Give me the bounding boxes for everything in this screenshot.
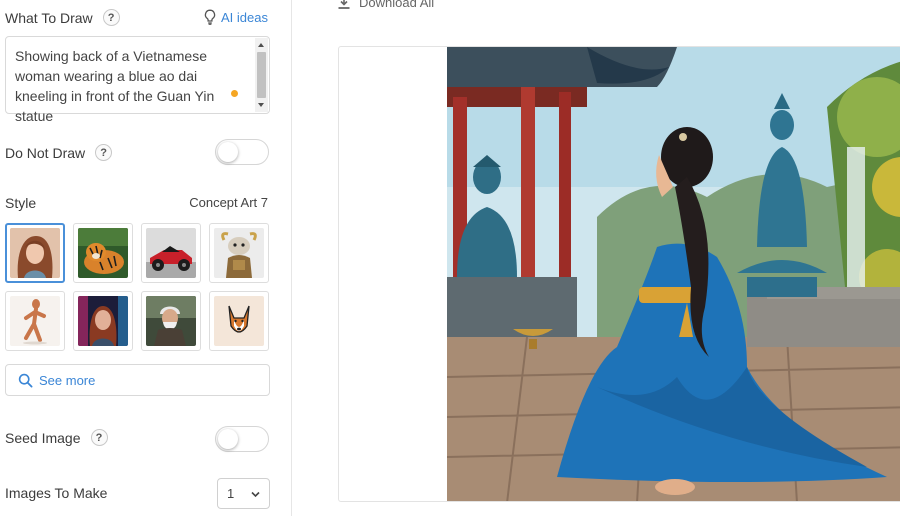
toggle-knob xyxy=(218,142,238,162)
style-heading: Style xyxy=(5,195,36,211)
what-to-draw-heading: What To Draw ? xyxy=(5,9,120,26)
toggle-knob xyxy=(218,429,238,449)
see-more-button[interactable]: See more xyxy=(5,364,270,396)
scroll-thumb[interactable] xyxy=(257,52,266,98)
what-to-draw-label: What To Draw xyxy=(5,9,93,26)
images-to-make-heading: Images To Make xyxy=(5,485,107,501)
tiger-thumbnail xyxy=(78,228,128,278)
do-not-draw-help-icon[interactable]: ? xyxy=(95,144,113,161)
settings-panel: What To Draw ? AI ideas Showing back of … xyxy=(0,0,292,516)
style-thumb-wooden-mannequin[interactable] xyxy=(5,291,65,351)
portrait-woman-thumbnail xyxy=(10,228,60,278)
images-to-make-select[interactable]: 1 xyxy=(217,478,270,509)
style-thumb-dog-logo[interactable] xyxy=(209,291,269,351)
download-icon xyxy=(338,0,350,9)
download-all-label: Download All xyxy=(359,0,435,10)
ai-ideas-button[interactable]: AI ideas xyxy=(203,9,268,25)
seed-image-toggle[interactable] xyxy=(215,426,269,452)
prompt-status-dot xyxy=(231,90,238,97)
seed-image-heading: Seed Image ? xyxy=(5,429,108,446)
style-thumb-race-car[interactable] xyxy=(141,223,201,283)
style-label: Style xyxy=(5,195,37,211)
dog-logo-thumbnail xyxy=(214,296,264,346)
what-to-draw-help-icon[interactable]: ? xyxy=(102,9,120,26)
search-icon xyxy=(18,373,33,387)
do-not-draw-label: Do Not Draw xyxy=(5,144,86,161)
style-thumb-robot-bull[interactable] xyxy=(209,223,269,283)
generated-image-card[interactable] xyxy=(338,46,900,502)
scroll-down-icon[interactable] xyxy=(258,103,264,107)
style-thumb-old-man[interactable] xyxy=(141,291,201,351)
neon-woman-thumbnail xyxy=(78,296,128,346)
scroll-up-icon[interactable] xyxy=(258,43,264,47)
seed-image-help-icon[interactable]: ? xyxy=(90,429,108,446)
lightbulb-icon xyxy=(204,9,216,25)
prompt-text[interactable]: Showing back of a Vietnamese woman weari… xyxy=(15,46,251,126)
prompt-textarea[interactable]: Showing back of a Vietnamese woman weari… xyxy=(5,36,270,124)
old-man-thumbnail xyxy=(146,296,196,346)
images-to-make-label: Images To Make xyxy=(5,485,108,501)
ai-ideas-label: AI ideas xyxy=(221,9,268,25)
race-car-thumbnail xyxy=(146,228,196,278)
robot-bull-thumbnail xyxy=(214,228,264,278)
seed-image-label: Seed Image xyxy=(5,429,81,446)
generated-image[interactable] xyxy=(447,47,900,502)
style-thumb-tiger[interactable] xyxy=(73,223,133,283)
download-all-button[interactable]: Download All xyxy=(337,0,434,10)
style-thumb-neon-woman[interactable] xyxy=(73,291,133,351)
see-more-label: See more xyxy=(39,372,96,388)
images-to-make-value: 1 xyxy=(227,486,235,501)
chevron-down-icon xyxy=(251,491,260,498)
do-not-draw-toggle[interactable] xyxy=(215,139,269,165)
style-current-value: Concept Art 7 xyxy=(189,195,268,210)
prompt-scrollbar[interactable] xyxy=(255,38,268,112)
wooden-mannequin-thumbnail xyxy=(10,296,60,346)
do-not-draw-heading: Do Not Draw ? xyxy=(5,144,113,161)
style-thumb-portrait-woman[interactable] xyxy=(5,223,65,283)
